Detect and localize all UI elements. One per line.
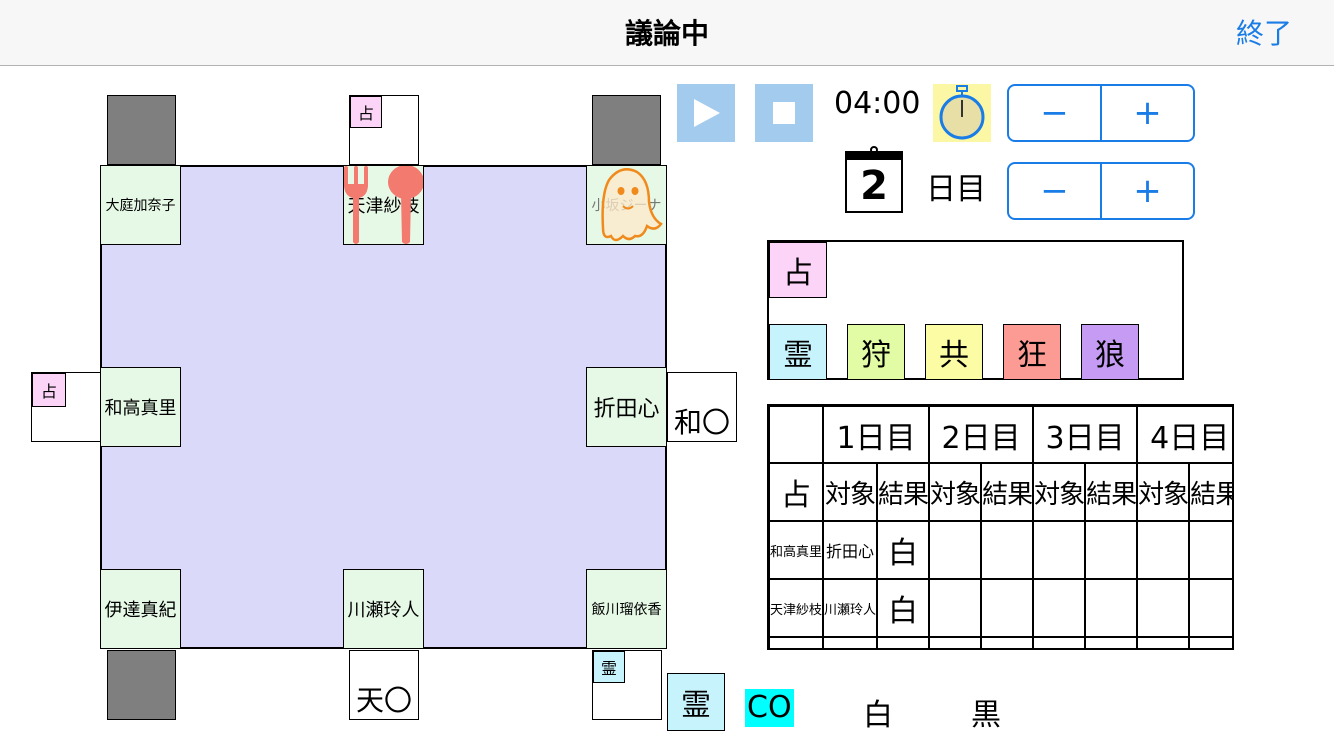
role-cell: 占 [769, 462, 825, 522]
target-cell[interactable]: 川瀬玲人 [822, 578, 879, 638]
empty-slot-top-left [107, 95, 176, 165]
target-cell[interactable] [1032, 636, 1087, 648]
player-cell [769, 636, 825, 648]
stopwatch-button[interactable] [933, 84, 991, 142]
seat-top-left[interactable]: 大庭加奈子 [100, 165, 181, 245]
target-header: 対象 [928, 462, 983, 522]
seer-tag: 占 [350, 96, 382, 128]
target-cell[interactable] [1136, 578, 1191, 638]
target-cell[interactable] [1032, 578, 1087, 638]
result-header: 結果 [1188, 462, 1232, 522]
timer-display: 04:00 [834, 86, 921, 121]
day-stepper[interactable]: − + [1007, 162, 1195, 220]
co-button[interactable]: CO [745, 689, 794, 727]
play-button[interactable] [677, 84, 735, 142]
black-button[interactable]: 黒 [971, 690, 1001, 734]
seat-left[interactable]: 和高真里 [100, 367, 181, 447]
result-cell[interactable]: 白 [876, 520, 931, 580]
marker-box-bottom-center[interactable]: 天〇 [349, 650, 419, 720]
role-medium-button[interactable]: 霊 [769, 324, 827, 380]
results-table: 1日目 2日目 3日目 4日目 占 対象 結果 対象 結果 対象 結果 対象 結… [767, 404, 1234, 650]
result-cell[interactable] [980, 520, 1035, 580]
role-werewolf-button[interactable]: 狼 [1081, 324, 1139, 380]
target-cell[interactable] [1136, 636, 1191, 648]
seat-bottom-right[interactable]: 飯川瑠依香 [586, 569, 667, 649]
result-cell[interactable] [980, 636, 1035, 648]
timer-stepper[interactable]: − + [1007, 84, 1195, 142]
marker-text: 和〇 [673, 406, 730, 439]
play-icon [694, 99, 720, 127]
role-madman-button[interactable]: 狂 [1003, 324, 1061, 380]
result-cell[interactable] [1084, 578, 1139, 638]
marker-box-top-center[interactable]: 占 [349, 95, 419, 165]
result-cell[interactable] [980, 578, 1035, 638]
day-label: 日目 [926, 172, 986, 207]
seat-right[interactable]: 折田心 [586, 367, 667, 447]
stopwatch-icon [939, 85, 985, 140]
stop-icon [773, 102, 795, 124]
page-title: 議論中 [624, 17, 709, 50]
role-hunter-button[interactable]: 狩 [847, 324, 905, 380]
corner-cell [769, 406, 825, 464]
seat-bottom-left[interactable]: 伊達真紀 [100, 569, 181, 649]
table-row: 天津紗枝 川瀬玲人 白 [769, 578, 1232, 638]
day-header: 4日目 [1136, 406, 1232, 464]
day-header: 3日目 [1032, 406, 1139, 464]
player-cell: 天津紗枝 [769, 578, 825, 638]
result-cell[interactable]: 白 [876, 578, 931, 638]
role-mason-button[interactable]: 共 [925, 324, 983, 380]
target-cell[interactable]: 折田心 [822, 520, 879, 580]
marker-box-left[interactable]: 占 [31, 372, 101, 442]
marker-box-right[interactable]: 和〇 [667, 372, 737, 442]
target-header: 対象 [822, 462, 879, 522]
target-cell[interactable] [928, 636, 983, 648]
target-cell[interactable] [1032, 520, 1087, 580]
result-cell[interactable] [1084, 520, 1139, 580]
marker-box-bottom-right[interactable]: 霊 [592, 650, 662, 720]
result-cell[interactable] [1188, 636, 1232, 648]
result-header: 結果 [876, 462, 931, 522]
fork-knife-icon [344, 166, 423, 244]
role-panel: 占 霊 狩 共 狂 狼 [767, 240, 1184, 380]
seat-top-right[interactable]: 小坂ジーナ [586, 165, 667, 245]
seat-bottom-center[interactable]: 川瀬玲人 [343, 569, 424, 649]
result-cell[interactable] [876, 636, 931, 648]
calendar-icon: 2 [845, 146, 903, 214]
white-button[interactable]: 白 [863, 690, 893, 734]
ghost-icon [601, 168, 663, 242]
stop-button[interactable] [755, 84, 813, 142]
target-cell[interactable] [928, 578, 983, 638]
timer-increment-button[interactable]: + [1100, 86, 1193, 140]
target-cell[interactable] [822, 636, 879, 648]
empty-slot-top-right [592, 95, 661, 165]
target-header: 対象 [1032, 462, 1087, 522]
end-button[interactable]: 終了 [1236, 12, 1292, 52]
seat-top-center[interactable]: 天津紗枝 [343, 165, 424, 245]
day-increment-button[interactable]: + [1100, 164, 1193, 218]
marker-text: 天〇 [355, 684, 412, 717]
seer-tag: 占 [32, 373, 66, 407]
result-header: 結果 [1084, 462, 1139, 522]
role-seer-button[interactable]: 占 [769, 242, 827, 298]
day-number: 2 [860, 163, 888, 209]
day-decrement-button[interactable]: − [1009, 164, 1100, 218]
table-row: 和高真里 折田心 白 [769, 520, 1232, 580]
result-cell[interactable] [1188, 578, 1232, 638]
target-header: 対象 [1136, 462, 1191, 522]
target-cell[interactable] [928, 520, 983, 580]
result-cell[interactable] [1188, 520, 1232, 580]
table-row [769, 636, 1232, 648]
day-header: 2日目 [928, 406, 1035, 464]
medium-tag: 霊 [593, 651, 625, 683]
player-cell: 和高真里 [769, 520, 825, 580]
result-cell[interactable] [1084, 636, 1139, 648]
empty-slot-bottom-left [107, 650, 176, 720]
timer-decrement-button[interactable]: − [1009, 86, 1100, 140]
target-cell[interactable] [1136, 520, 1191, 580]
bottom-role-medium[interactable]: 霊 [667, 673, 725, 731]
result-header: 結果 [980, 462, 1035, 522]
day-header: 1日目 [822, 406, 931, 464]
